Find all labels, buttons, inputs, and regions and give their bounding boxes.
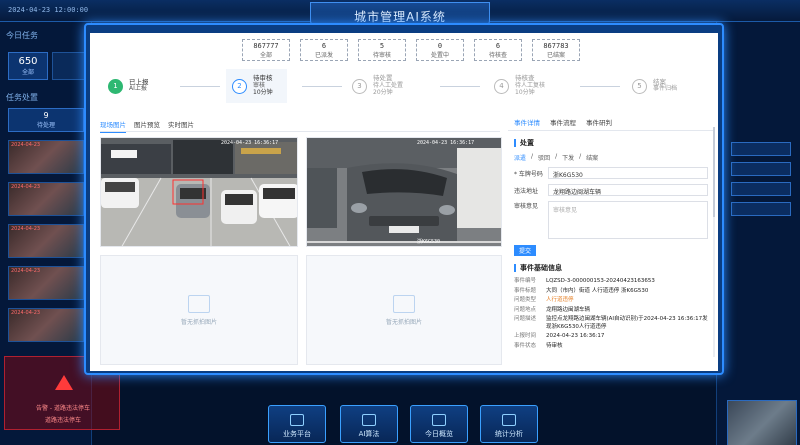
app-title: 城市管理AI系统	[354, 9, 446, 24]
pending-tab[interactable]: 9 待处理	[8, 108, 84, 132]
info-key: 事件编号	[514, 278, 537, 284]
image-placeholder-icon	[188, 294, 210, 313]
info-key: 问题描述	[514, 316, 537, 322]
info-section-title: 事件基础信息	[514, 264, 708, 272]
right-panel-button[interactable]	[731, 142, 791, 156]
scene-photo-2[interactable]: 2024-04-23 16:36:17 浙K6G530	[306, 137, 502, 247]
action-issue[interactable]: 下发	[562, 153, 574, 162]
panel-scrollbar[interactable]	[713, 127, 715, 357]
scene-photo-1[interactable]: 2024-04-23 16:36:17	[100, 137, 298, 247]
info-row: 事件编号 LQZSD-3-000000153-20240423163653	[514, 278, 708, 286]
step-verify: 4 待核查 待人工复核 10分钟	[494, 69, 545, 103]
info-key: 上报时间	[514, 333, 537, 339]
task-thumb[interactable]: 2024-04-23	[8, 308, 84, 342]
tab-event-flow[interactable]: 事件流程	[550, 117, 576, 127]
info-value: 监控点龙翔路边闽湖车辆(AI自动识别)于2024-04-23 16:36:17发…	[546, 316, 708, 330]
nav-ai-algorithm[interactable]: AI算法	[340, 405, 398, 443]
stat-pending-review[interactable]: 5 待审核	[358, 39, 406, 61]
stat-closed[interactable]: 867783 已结案	[532, 39, 580, 61]
step-review: 2 待审核 审核 10分钟	[226, 69, 287, 103]
info-row: 问题地点 龙翔路边闽湖车辆	[514, 307, 708, 315]
address-input[interactable]: 龙翔路边闽湖车辆	[548, 184, 708, 196]
action-close[interactable]: 结案	[586, 153, 598, 162]
opinion-row: 审核意见 审核意见	[514, 201, 708, 239]
process-section-title: 处置	[514, 139, 708, 147]
nav-statistics[interactable]: 统计分析	[480, 405, 538, 443]
stats-icon	[502, 414, 516, 426]
camera-preview[interactable]	[727, 400, 797, 445]
today-task-heading: 今日任务	[6, 31, 38, 40]
info-key: 问题类型	[514, 297, 537, 303]
clock: 2024-04-23 12:00:00	[8, 6, 89, 14]
event-detail-modal: 867777 全部 6 已派发 5 待审核 0 处置中 6 待核查 867783 已结案 1…	[84, 23, 724, 375]
right-panel-button[interactable]	[731, 162, 791, 176]
tab-event-analysis[interactable]: 事件研判	[586, 117, 612, 127]
plate-input[interactable]: 浙K6G530	[548, 167, 708, 179]
empty-image-slot-2: 暂无抓拍图片	[306, 255, 502, 365]
address-row: 违法地址 龙翔路边闽湖车辆	[514, 184, 708, 196]
document-icon	[290, 414, 304, 426]
tab-event-detail[interactable]: 事件详情	[514, 117, 540, 127]
image-placeholder-icon	[393, 294, 415, 313]
info-value: 龙翔路边闽湖车辆	[546, 306, 591, 313]
info-row: 事件标题 大同（市内）街道 人行道违停 浙K6G530	[514, 288, 708, 296]
modal-body: 867777 全部 6 已派发 5 待审核 0 处置中 6 待核查 867783 已结案 1…	[90, 33, 718, 371]
event-info-list: 事件编号 LQZSD-3-000000153-20240423163653 事件标题…	[508, 278, 714, 350]
right-panel-button[interactable]	[731, 202, 791, 216]
task-handle-heading: 任务处置	[6, 93, 38, 102]
info-value: 大同（市内）街道 人行道违停 浙K6G530	[546, 287, 649, 294]
action-reject[interactable]: 驳回	[538, 153, 550, 162]
task-thumb[interactable]: 2024-04-23	[8, 140, 84, 174]
chart-icon	[432, 414, 446, 426]
stat-in-progress[interactable]: 0 处置中	[416, 39, 464, 61]
task-thumb[interactable]: 2024-04-23	[8, 266, 84, 300]
nav-business-platform[interactable]: 业务平台	[268, 405, 326, 443]
info-row: 事件状态 待审核	[514, 343, 708, 351]
process-actions: 派遣 / 驳回 / 下发 / 结案	[514, 153, 599, 162]
info-key: 事件标题	[514, 287, 537, 294]
step-handle: 3 待处置 待人工处置 20分钟	[352, 69, 403, 103]
info-value: LQZSD-3-000000153-20240423163653	[546, 278, 655, 284]
status-stats: 867777 全部 6 已派发 5 待审核 0 处置中 6 待核查 867783 已结案	[242, 39, 580, 61]
info-row: 问题类型 人行道违停	[514, 297, 708, 305]
info-key: 问题地点	[514, 306, 537, 313]
step-closed: 5 结案 事件归档	[632, 69, 677, 103]
task-thumb[interactable]: 2024-04-23	[8, 182, 84, 216]
stat-all[interactable]: 867777 全部	[242, 39, 290, 61]
nav-today-overview[interactable]: 今日概览	[410, 405, 468, 443]
task-thumb[interactable]: 2024-04-23	[8, 224, 84, 258]
info-key: 事件状态	[514, 342, 537, 349]
info-value: 2024-04-23 16:36:17	[546, 333, 605, 339]
action-dispatch[interactable]: 派遣	[514, 153, 526, 162]
right-panel	[716, 22, 800, 445]
warning-icon	[55, 375, 73, 390]
detail-tabs: 事件详情 事件流程 事件研判	[508, 113, 714, 131]
info-row: 上报时间 2024-04-23 16:36:17	[514, 333, 708, 341]
step-reported: 1 已上报 AI上报	[108, 69, 149, 103]
info-value: 待审核	[546, 342, 563, 349]
right-panel-button[interactable]	[731, 182, 791, 196]
info-row: 问题描述 监控点龙翔路边闽湖车辆(AI自动识别)于2024-04-23 16:36…	[514, 316, 708, 331]
stat-pending-verify[interactable]: 6 待核查	[474, 39, 522, 61]
submit-button[interactable]: 提交	[514, 245, 536, 256]
process-steps: 1 已上报 AI上报 2 待审核 审核 10分钟 3 待处置 待人工处置 20分钟 4 待…	[102, 69, 706, 103]
task-total-stat[interactable]: 650 全部	[8, 52, 48, 80]
ai-icon	[362, 414, 376, 426]
stat-dispatched[interactable]: 6 已派发	[300, 39, 348, 61]
event-detail-panel: 事件详情 事件流程 事件研判 处置 派遣 / 驳回 / 下发 / 结案 * 车牌号码 …	[508, 113, 715, 369]
opinion-textarea[interactable]: 审核意见	[548, 201, 708, 239]
info-value: 人行道违停	[546, 297, 574, 303]
plate-row: * 车牌号码 浙K6G530	[514, 167, 708, 179]
task-stat-secondary[interactable]	[52, 52, 88, 80]
empty-image-slot-1: 暂无抓拍图片	[100, 255, 298, 365]
